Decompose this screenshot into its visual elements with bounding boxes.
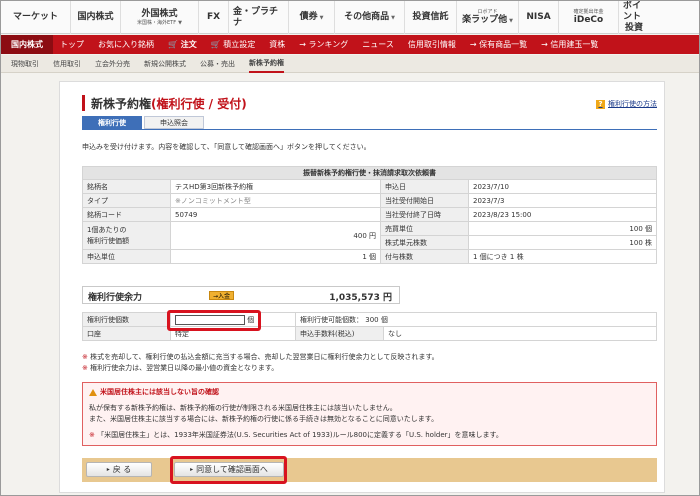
help-icon: ? xyxy=(596,99,605,109)
subnav-ipo[interactable]: 新規公開株式 xyxy=(144,55,186,73)
table-row: 銘柄コード 50749 当社受付終了日時 2023/8/23 15:00 xyxy=(82,207,657,222)
page-header: 新株予約権(権利行使 / 受付) ? 権利行使の方法 xyxy=(82,94,657,112)
main-panel: 新株予約権(権利行使 / 受付) ? 権利行使の方法 権利行使 申込照会 申込み… xyxy=(59,81,665,493)
section-title[interactable]: 国内株式 xyxy=(1,35,53,54)
dropdown-icon: ▼ xyxy=(509,17,513,24)
nav-shikabu[interactable]: 資株 xyxy=(262,39,292,50)
subnav-rights[interactable]: 新株予約権 xyxy=(249,55,284,73)
section-nav: 国内株式 トップ お気に入り銘柄 🛒 注文 🛒 積立設定 資株 → ランキング … xyxy=(1,35,699,54)
back-button[interactable]: ▸ 戻 る xyxy=(86,462,152,477)
nav-ranking[interactable]: → ランキング xyxy=(292,39,355,50)
nav-funds[interactable]: 投資信託 xyxy=(405,1,457,34)
tab-exercise[interactable]: 権利行使 xyxy=(82,116,142,129)
subnav-distribution[interactable]: 立会外分売 xyxy=(95,55,130,73)
nav-other-products[interactable]: その他商品 ▼ xyxy=(335,1,405,34)
dropdown-icon: ▼ xyxy=(319,14,324,21)
tab-inquiry[interactable]: 申込照会 xyxy=(144,116,204,129)
confirm-highlight xyxy=(170,456,287,484)
cart-icon: 🛒 xyxy=(168,40,178,49)
subnav-margin[interactable]: 信用取引 xyxy=(53,55,81,73)
table-row: 申込単位 1 個 付与株数 1 個につき 1 株 xyxy=(82,249,657,264)
instruction-text: 申込みを受け付けます。内容を確認して、「同意して確認画面へ」ボタンを押してくださ… xyxy=(82,143,371,151)
nav-fx[interactable]: FX xyxy=(199,1,229,34)
tab-bar: 権利行使 申込照会 xyxy=(82,116,206,130)
tab-underline xyxy=(82,129,657,130)
nav-foreign-stock[interactable]: 外国株式 米国株・海外ETF ▼ xyxy=(121,1,199,34)
quantity-highlight xyxy=(167,310,261,331)
nav-accumulation[interactable]: 🛒 積立設定 xyxy=(204,39,263,50)
nav-holdings[interactable]: → 保有商品一覧 xyxy=(463,39,534,50)
subnav-cash[interactable]: 現物取引 xyxy=(11,55,39,73)
sub-nav: 現物取引 信用取引 立会外分売 新規公開株式 公募・売出 新株予約権 xyxy=(1,55,699,73)
deposit-button[interactable]: →入金 xyxy=(209,291,235,300)
nav-bonds[interactable]: 債券 ▼ xyxy=(289,1,335,34)
subnav-po[interactable]: 公募・売出 xyxy=(200,55,235,73)
nav-order[interactable]: 🛒 注文 xyxy=(161,39,204,50)
page-title: 新株予約権(権利行使 / 受付) xyxy=(91,97,247,111)
balance-amount: 1,035,573 円 xyxy=(329,293,392,303)
nav-margin-info[interactable]: 信用取引情報 xyxy=(401,39,463,50)
nav-favorites[interactable]: お気に入り銘柄 xyxy=(91,39,161,50)
table-row: 銘柄名 テスHD第3回新株予約権 申込日 2023/7/10 xyxy=(82,179,657,194)
nav-market[interactable]: マーケット xyxy=(1,1,71,34)
cart-icon: 🛒 xyxy=(210,40,221,49)
request-info-table: 振替新株予約権行使・抹消請求取次依頼書 銘柄名 テスHD第3回新株予約権 申込日… xyxy=(82,166,657,264)
table-row: 1個あたりの 権利行使価額 400 円 売買単位 100 個 xyxy=(82,221,657,250)
global-nav: マーケット 国内株式 外国株式 米国株・海外ETF ▼ FX 金・プラチナ 債券 ▼… xyxy=(1,1,699,34)
nav-gold[interactable]: 金・プラチナ xyxy=(229,1,289,34)
nav-ideco[interactable]: 確定拠出年金 iDeCo xyxy=(559,1,619,34)
nav-points[interactable]: ポイント 投資 xyxy=(619,1,649,34)
table-row: タイプ ※ノンコミットメント型 当社受付開始日 2023/7/3 xyxy=(82,193,657,208)
nav-top[interactable]: トップ xyxy=(53,39,91,50)
nav-domestic-stock[interactable]: 国内株式 xyxy=(71,1,121,34)
nav-nisa[interactable]: NISA xyxy=(519,1,559,34)
help-link[interactable]: ? 権利行使の方法 xyxy=(596,99,657,109)
page-frame: マーケット 国内株式 外国株式 米国株・海外ETF ▼ FX 金・プラチナ 債券 ▼… xyxy=(0,0,700,496)
warning-icon xyxy=(89,388,97,396)
nav-news[interactable]: ニュース xyxy=(355,39,401,50)
button-bar: ▸ 戻 る ▸ 同意して確認画面へ xyxy=(82,458,657,482)
exercise-balance: 権利行使余力 →入金 1,035,573 円 xyxy=(82,286,400,304)
us-resident-warning: 米国居住株主には該当しない旨の確認 私が保有する新株予約権は、新株予約権の行使が… xyxy=(82,382,657,446)
arrow-left-icon: ▸ xyxy=(106,466,110,473)
notes: ※ 株式を売却して、権利行使の払込金額に充当する場合、売却した翌営業日に権利行使… xyxy=(82,353,439,372)
table-caption: 振替新株予約権行使・抹消請求取次依頼書 xyxy=(82,166,657,180)
title-marker xyxy=(82,95,85,111)
nav-margin-positions[interactable]: → 信用建玉一覧 xyxy=(534,39,605,50)
dropdown-icon: ▼ xyxy=(178,20,182,26)
nav-robo[interactable]: ロボアド 楽ラップ他 ▼ xyxy=(457,1,519,34)
dropdown-icon: ▼ xyxy=(391,14,395,21)
